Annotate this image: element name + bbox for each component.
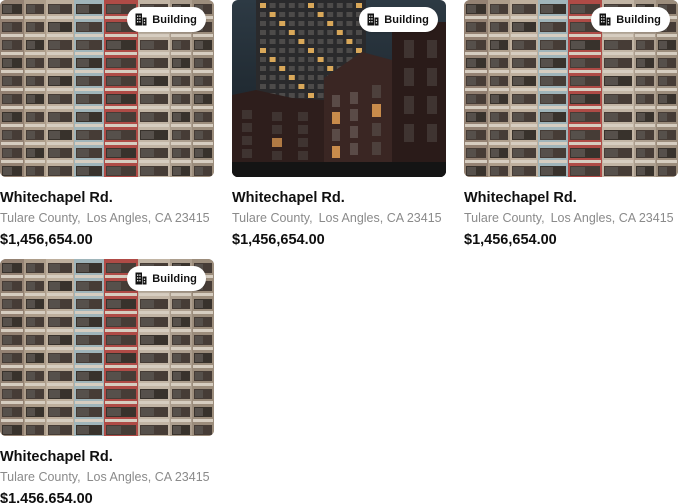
category-badge: Building	[359, 7, 438, 32]
listing-price: $1,456,654.00	[0, 491, 93, 503]
listing-price: $1,456,654.00	[464, 232, 557, 248]
listing-address: Tulare County, Los Angles, CA 23415	[464, 210, 678, 226]
category-badge: Building	[591, 7, 670, 32]
listing-grid: Building Whitechapel Rd. Tulare County, L…	[0, 0, 678, 503]
listing-card[interactable]: Building Whitechapel Rd. Tulare County, L…	[232, 0, 446, 249]
listing-price: $1,456,654.00	[0, 232, 93, 248]
building-icon	[135, 13, 147, 26]
listing-address: Tulare County, Los Angles, CA 23415	[232, 210, 446, 226]
listing-title[interactable]: Whitechapel Rd.	[464, 189, 678, 207]
address-city: Los Angles, CA 23415	[86, 211, 210, 225]
address-city: Los Angles, CA 23415	[86, 470, 210, 484]
category-badge: Building	[127, 266, 206, 291]
listing-image[interactable]: Building	[232, 0, 446, 177]
badge-label: Building	[384, 13, 429, 26]
listing-image[interactable]: Building	[0, 259, 214, 436]
listing-image[interactable]: Building	[0, 0, 214, 177]
address-county: Tulare County,	[0, 211, 81, 225]
listing-card[interactable]: Building Whitechapel Rd. Tulare County, L…	[0, 0, 214, 249]
listing-image[interactable]: Building	[464, 0, 678, 177]
building-icon	[367, 13, 379, 26]
listing-title[interactable]: Whitechapel Rd.	[0, 448, 214, 466]
building-icon	[135, 272, 147, 285]
address-city: Los Angles, CA 23415	[318, 211, 442, 225]
address-county: Tulare County,	[464, 211, 545, 225]
listing-title[interactable]: Whitechapel Rd.	[0, 189, 214, 207]
listing-price: $1,456,654.00	[232, 232, 325, 248]
listing-card[interactable]: Building Whitechapel Rd. Tulare County, L…	[0, 259, 214, 503]
building-icon	[599, 13, 611, 26]
category-badge: Building	[127, 7, 206, 32]
badge-label: Building	[616, 13, 661, 26]
address-city: Los Angles, CA 23415	[550, 211, 674, 225]
listing-title[interactable]: Whitechapel Rd.	[232, 189, 446, 207]
badge-label: Building	[152, 272, 197, 285]
listing-address: Tulare County, Los Angles, CA 23415	[0, 210, 214, 226]
address-county: Tulare County,	[232, 211, 313, 225]
listing-card[interactable]: Building Whitechapel Rd. Tulare County, L…	[464, 0, 678, 249]
address-county: Tulare County,	[0, 470, 81, 484]
badge-label: Building	[152, 13, 197, 26]
listing-address: Tulare County, Los Angles, CA 23415	[0, 469, 214, 485]
